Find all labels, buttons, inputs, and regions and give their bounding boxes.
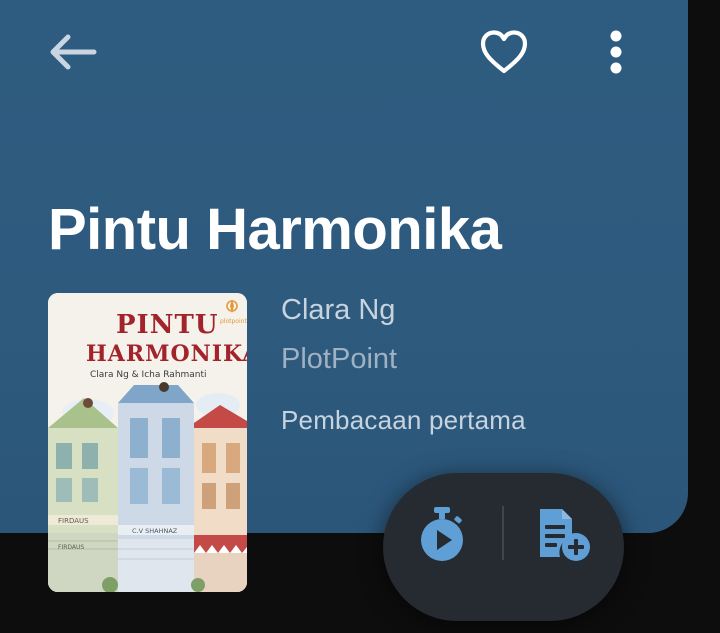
cover-authors: Clara Ng & Icha Rahmanti [90,370,207,380]
favorite-button[interactable] [472,20,536,84]
back-button[interactable] [40,24,104,80]
cover-shop-sign-left: FIRDAUS [58,517,89,525]
stopwatch-play-icon [421,507,463,561]
cover-illustration: PINTU HARMONIKA Clara Ng & Icha Rahmanti… [48,293,247,592]
add-to-list-button[interactable] [528,500,600,568]
note-add-icon [540,509,590,561]
book-publisher[interactable]: PlotPoint [281,343,397,376]
reading-status[interactable]: Pembacaan pertama [281,405,526,436]
more-vertical-icon [610,30,622,74]
cover-publisher-logo-text: plotpoint [220,318,247,325]
action-bar-divider [502,506,504,560]
book-cover-image[interactable]: PINTU HARMONIKA Clara Ng & Icha Rahmanti… [48,293,247,592]
more-options-button[interactable] [596,20,636,84]
book-title: Pintu Harmonika [48,197,502,262]
reading-timer-button[interactable] [410,500,474,568]
cover-title-line2: HARMONIKA [86,341,247,367]
cover-shop-sign-center: C.V SHAHNAZ [132,527,178,535]
heart-outline-icon [480,30,528,74]
arrow-left-icon [50,34,97,70]
cover-title-line1: PINTU [116,310,219,340]
book-detail-screen: Pintu Harmonika PINTU HARMONIKA Clara Ng… [0,0,720,633]
cover-shop-sign-left-lower: FIRDAUS [58,544,84,551]
book-author[interactable]: Clara Ng [281,294,395,327]
